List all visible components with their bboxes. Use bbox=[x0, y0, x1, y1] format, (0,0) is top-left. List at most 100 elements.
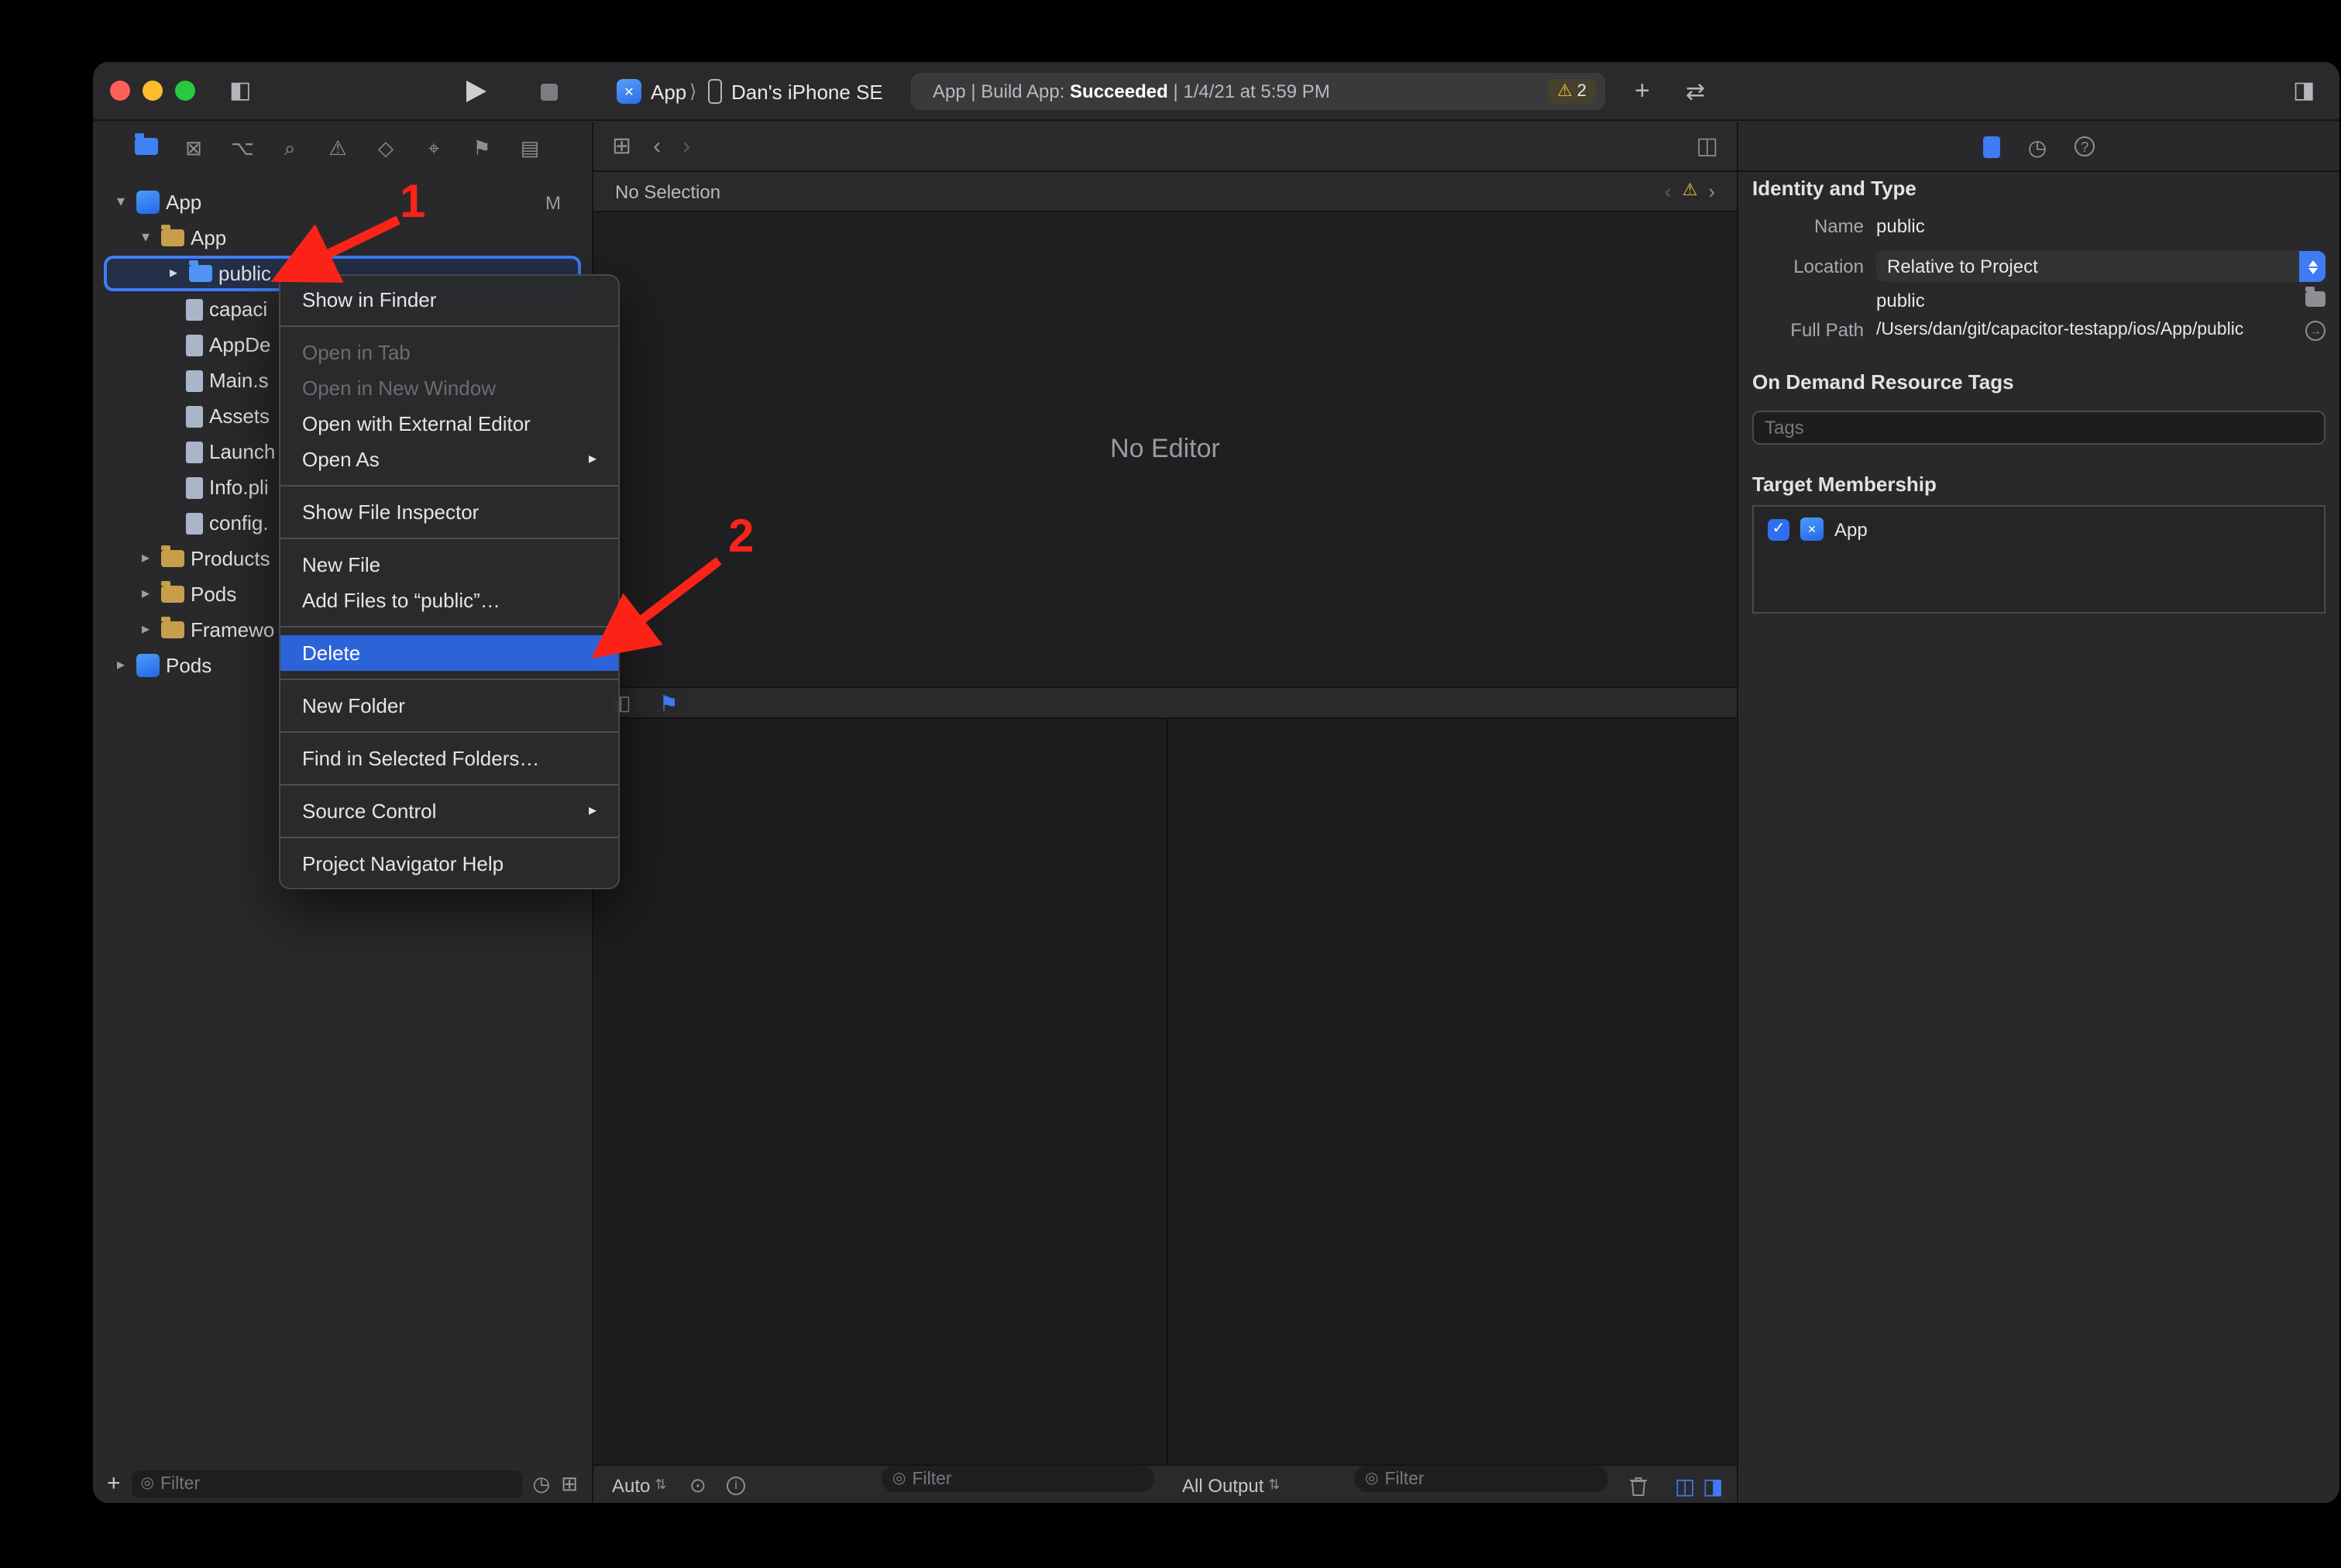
name-label: Name bbox=[1752, 215, 1864, 237]
chevron-down-icon[interactable]: ▾ bbox=[136, 229, 155, 246]
help-inspector-icon[interactable]: ? bbox=[2075, 136, 2095, 156]
menu-separator bbox=[280, 485, 618, 487]
menu-item-project-navigator-help[interactable]: Project Navigator Help bbox=[280, 846, 618, 882]
back-icon[interactable]: ‹ bbox=[653, 135, 661, 158]
show-console-view-icon[interactable]: ◨ bbox=[1703, 1466, 1723, 1503]
jump-bar[interactable]: No Selection ‹ ⚠ › bbox=[593, 172, 1737, 212]
tags-input[interactable] bbox=[1752, 411, 2326, 445]
stepper-icon[interactable] bbox=[2299, 251, 2326, 282]
menu-item-new-file[interactable]: New File bbox=[280, 547, 618, 583]
tree-row-label: Pods bbox=[191, 583, 236, 606]
history-inspector-icon[interactable]: ◷ bbox=[2028, 136, 2047, 157]
chevron-right-icon[interactable]: ▸ bbox=[112, 657, 130, 674]
zoom-window-button[interactable] bbox=[175, 81, 195, 101]
forward-icon[interactable]: › bbox=[682, 135, 690, 158]
report-navigator-icon[interactable]: ▤ bbox=[519, 137, 541, 157]
menu-separator bbox=[280, 679, 618, 680]
warning-badge[interactable]: ⚠ 2 bbox=[1548, 79, 1596, 104]
add-tab-icon[interactable]: + bbox=[1635, 77, 1650, 104]
target-membership-box: ✓ ✕ App bbox=[1752, 505, 2326, 614]
breakpoints-flag-icon[interactable]: ⚑ bbox=[659, 692, 679, 714]
project-navigator-icon[interactable] bbox=[135, 137, 156, 157]
chevron-right-icon[interactable]: ▸ bbox=[136, 621, 155, 638]
add-item-icon[interactable]: + bbox=[107, 1472, 121, 1495]
file-inspector-icon[interactable] bbox=[1983, 136, 2000, 157]
choose-folder-icon[interactable] bbox=[2305, 287, 2326, 315]
menu-item-show-file-inspector[interactable]: Show File Inspector bbox=[280, 494, 618, 530]
chevron-right-icon[interactable]: ▸ bbox=[164, 265, 183, 282]
navigator-filter-input[interactable] bbox=[160, 1474, 513, 1493]
recent-files-icon[interactable]: ◷ bbox=[533, 1473, 551, 1494]
print-description-icon[interactable]: i bbox=[727, 1466, 745, 1503]
menu-item-source-control[interactable]: Source Control▸ bbox=[280, 793, 618, 829]
issue-navigator-icon[interactable]: ⚠ bbox=[327, 137, 349, 157]
tree-row-label: config. bbox=[209, 511, 269, 535]
xcode-window: ◧ ✕ App ⟩ Dan's iPhone SE App | Build Ap… bbox=[93, 62, 2339, 1503]
add-editor-icon[interactable]: ◫ bbox=[1696, 135, 1718, 158]
folder-icon bbox=[161, 550, 184, 567]
debug-area bbox=[593, 719, 1737, 1464]
menu-item-new-folder[interactable]: New Folder bbox=[280, 688, 618, 724]
stop-button[interactable] bbox=[541, 84, 558, 101]
run-button[interactable] bbox=[466, 81, 486, 102]
symbol-navigator-icon[interactable]: ⌥ bbox=[231, 137, 253, 157]
tree-row-label: Framewo bbox=[191, 618, 274, 641]
issue-warning-icon[interactable]: ⚠ bbox=[1683, 183, 1698, 200]
debug-navigator-icon[interactable]: ⌖ bbox=[423, 137, 445, 157]
jump-bar-text: No Selection bbox=[615, 181, 720, 202]
project-icon bbox=[136, 191, 160, 214]
clear-console-icon[interactable] bbox=[1628, 1466, 1648, 1503]
quick-look-icon[interactable]: ⊙ bbox=[689, 1466, 706, 1503]
target-checkbox-checked[interactable]: ✓ bbox=[1768, 518, 1789, 540]
variables-filter-input[interactable] bbox=[912, 1470, 1143, 1488]
source-control-navigator-icon[interactable]: ⊠ bbox=[183, 137, 205, 157]
toggle-inspector-icon[interactable]: ◨ bbox=[2293, 79, 2315, 102]
file-icon bbox=[186, 405, 203, 427]
name-value[interactable]: public bbox=[1876, 215, 1925, 237]
navigator-tab-bar: ⊠ ⌥ ⌕ ⚠ ◇ ⌖ ⚑ ▤ bbox=[93, 122, 592, 172]
close-window-button[interactable] bbox=[110, 81, 130, 101]
console-output-selector[interactable]: All Output⇅ bbox=[1182, 1466, 1281, 1503]
menu-separator bbox=[280, 626, 618, 628]
next-issue-icon[interactable]: › bbox=[1708, 181, 1715, 201]
code-review-arrows-icon[interactable]: ⇄ bbox=[1686, 81, 1705, 104]
breakpoint-navigator-icon[interactable]: ⚑ bbox=[471, 137, 493, 157]
activity-status[interactable]: App | Build App: Succeeded | 1/4/21 at 5… bbox=[911, 73, 1605, 110]
chevron-down-icon[interactable]: ▾ bbox=[112, 194, 130, 211]
previous-issue-icon[interactable]: ‹ bbox=[1665, 181, 1672, 201]
debug-divider[interactable] bbox=[1167, 719, 1168, 1464]
console-filter-input[interactable] bbox=[1384, 1470, 1597, 1488]
scheme-name[interactable]: App bbox=[651, 81, 686, 104]
location-row: Location Relative to Project bbox=[1752, 251, 2326, 282]
filter-icon: ◎ bbox=[892, 1470, 906, 1487]
menu-item-open-in-tab[interactable]: Open in Tab bbox=[280, 335, 618, 370]
menu-item-open-in-new-window[interactable]: Open in New Window bbox=[280, 370, 618, 406]
location-select[interactable]: Relative to Project bbox=[1876, 251, 2326, 282]
console-filter-field[interactable]: ◎ bbox=[1354, 1466, 1608, 1492]
variables-scope-selector[interactable]: Auto⇅ bbox=[612, 1466, 666, 1503]
minimize-window-button[interactable] bbox=[143, 81, 163, 101]
chevron-right-icon[interactable]: ▸ bbox=[136, 586, 155, 603]
chevron-right-icon[interactable]: ▸ bbox=[136, 550, 155, 567]
open-in-finder-arrow-icon[interactable]: → bbox=[2305, 320, 2326, 340]
test-navigator-icon[interactable]: ◇ bbox=[375, 137, 397, 157]
tree-row-label: Assets bbox=[209, 404, 270, 428]
target-row[interactable]: ✓ ✕ App bbox=[1754, 507, 2324, 552]
scheme-app-icon[interactable]: ✕ bbox=[617, 79, 641, 104]
identity-section-header: Identity and Type bbox=[1752, 177, 2326, 200]
menu-item-delete[interactable]: Delete bbox=[280, 635, 618, 671]
run-destination[interactable]: Dan's iPhone SE bbox=[731, 81, 883, 104]
menu-item-open-as[interactable]: Open As▸ bbox=[280, 442, 618, 477]
related-items-icon[interactable]: ⊞ bbox=[612, 135, 631, 158]
menu-item-find-in-selected-folders[interactable]: Find in Selected Folders… bbox=[280, 741, 618, 776]
filter-scope-icon[interactable]: ⊞ bbox=[561, 1473, 578, 1494]
find-navigator-icon[interactable]: ⌕ bbox=[279, 137, 301, 157]
toggle-navigator-icon[interactable]: ◧ bbox=[229, 79, 251, 102]
menu-item-add-files[interactable]: Add Files to “public”… bbox=[280, 583, 618, 618]
show-variables-view-icon[interactable]: ◫ bbox=[1675, 1466, 1695, 1503]
menu-item-open-with-external-editor[interactable]: Open with External Editor bbox=[280, 406, 618, 442]
submenu-arrow-icon: ▸ bbox=[589, 803, 596, 820]
variables-filter-field[interactable]: ◎ bbox=[882, 1466, 1154, 1492]
navigator-filter-field[interactable]: ◎ bbox=[132, 1470, 522, 1498]
status-text: App | Build App: Succeeded | 1/4/21 at 5… bbox=[933, 81, 1330, 102]
